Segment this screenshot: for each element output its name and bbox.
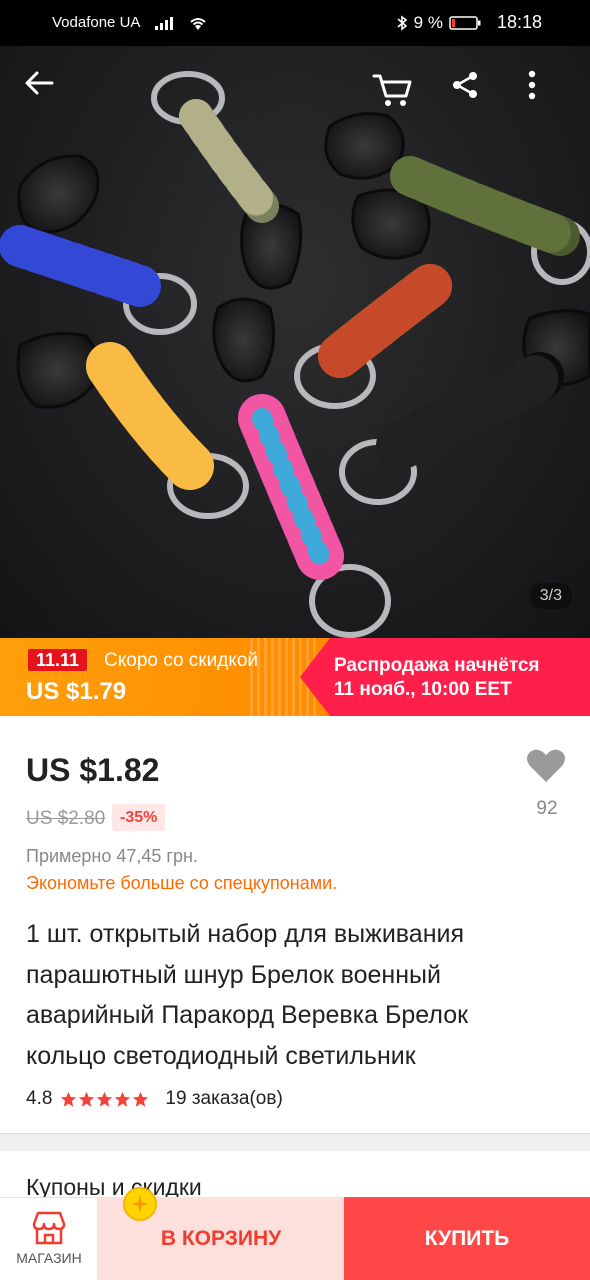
bluetooth-icon [397, 14, 407, 31]
share-button[interactable] [450, 70, 494, 114]
promo-price: US $1.79 [26, 678, 127, 705]
store-label: МАГАЗИН [16, 1250, 82, 1266]
product-image-gallery[interactable]: 3/3 [0, 46, 590, 638]
sale-event-badge: 11.11 [28, 649, 88, 671]
orders-count: 19 заказа(ов) [165, 1088, 283, 1109]
discount-badge: -35% [112, 804, 166, 831]
back-button[interactable] [24, 70, 68, 114]
product-photo [0, 71, 590, 638]
store-icon [32, 1211, 66, 1245]
sale-start-label: Распродажа начнётся [334, 655, 540, 676]
clock: 18:18 [496, 12, 542, 32]
product-title: 1 шт. открытый набор для выживания параш… [26, 920, 469, 1070]
star-icon [133, 1091, 149, 1107]
more-options-button[interactable] [528, 70, 572, 114]
cart-button[interactable] [372, 70, 416, 114]
buy-now-button[interactable]: КУПИТЬ [344, 1197, 590, 1280]
store-button[interactable]: МАГАЗИН [0, 1197, 98, 1280]
wifi-icon [190, 17, 207, 30]
wishlist-count: 92 [536, 798, 558, 819]
image-page-counter: 3/3 [529, 583, 572, 609]
section-divider [0, 1133, 590, 1151]
battery-percent: 9 % [413, 12, 443, 32]
buy-now-label: КУПИТЬ [424, 1226, 510, 1250]
rating-row[interactable]: 4.8 19 заказа(ов) [26, 1088, 283, 1110]
coupon-hint-link[interactable]: Экономьте больше со спецкупонами. [26, 873, 337, 894]
approx-local-price: Примерно 47,45 грн. [26, 846, 198, 866]
signal-icon [155, 16, 174, 30]
bottom-action-bar: МАГАЗИН В КОРЗИНУ КУПИТЬ [0, 1197, 590, 1280]
status-bar: Vodafone UA 9 % 18:18 [0, 0, 590, 46]
share-icon [453, 72, 477, 98]
add-to-cart-label: В КОРЗИНУ [160, 1226, 282, 1250]
battery-icon [449, 15, 481, 30]
promo-soon-label: Скоро со скидкой [104, 650, 259, 671]
star-icon [97, 1091, 113, 1107]
coin-bonus-icon[interactable] [122, 1186, 158, 1222]
promo-banner[interactable]: 11.11 Скоро со скидкой US $1.79 Распрода… [0, 638, 590, 716]
carrier-name: Vodafone UA [52, 14, 141, 31]
sale-start-date: 11 нояб., 10:00 EET [334, 679, 512, 700]
star-icon [61, 1091, 77, 1107]
back-arrow-icon [25, 71, 54, 95]
wishlist-button[interactable] [526, 748, 568, 788]
original-price: US $2.80 [26, 808, 106, 829]
cart-icon [372, 74, 412, 106]
star-icon [115, 1091, 131, 1107]
rating-value: 4.8 [26, 1088, 53, 1109]
star-icon [79, 1091, 95, 1107]
heart-icon [527, 749, 565, 782]
rating-stars [60, 1091, 149, 1108]
more-vert-icon [528, 70, 536, 100]
current-price: US $1.82 [26, 752, 160, 788]
promo-right-panel [300, 638, 590, 716]
